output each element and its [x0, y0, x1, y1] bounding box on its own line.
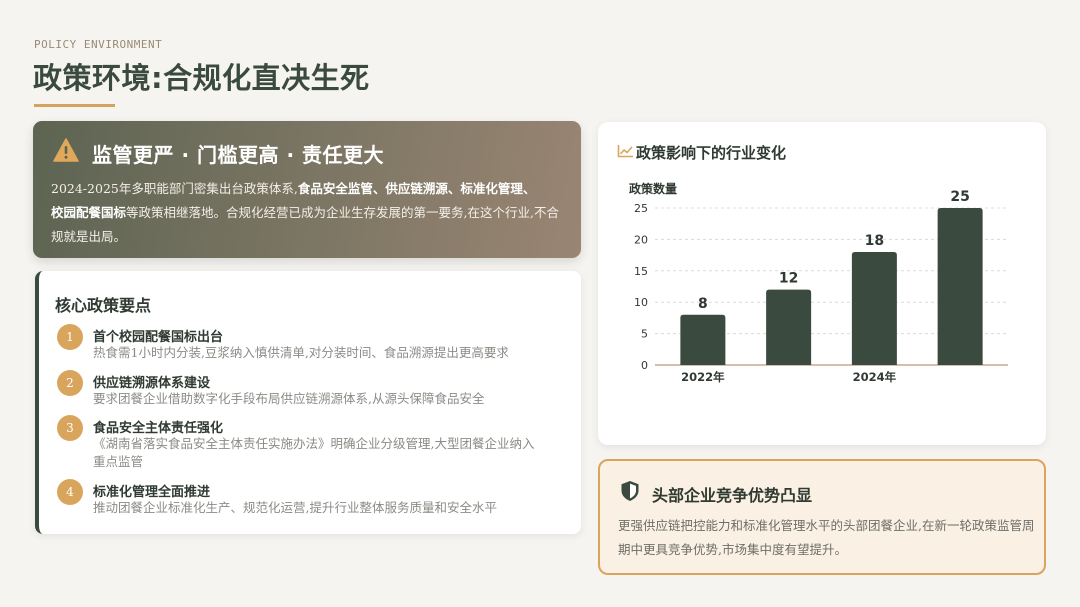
policy-item-title: 食品安全主体责任强化: [93, 421, 224, 436]
advantage-card: 头部企业竞争优势凸显 更强供应链把控能力和标准化管理水平的头部团餐企业,在新一轮…: [598, 459, 1046, 575]
policy-item-desc: 《湖南省落实食品安全主体责任实施办法》明确企业分级管理,大型团餐企业纳入重点监管: [93, 436, 535, 469]
policy-item-desc: 推动团餐企业标准化生产、规范化运营,提升行业整体服务质量和安全水平: [93, 500, 497, 515]
bar: [851, 251, 897, 365]
policy-item-title: 首个校园配餐国标出台: [93, 330, 224, 345]
x-tick-label: 2022年: [681, 370, 725, 384]
shield-icon: [621, 481, 639, 501]
bar-chart: 政策数量 0 5 10 15 20 25 8 2022年 12 18 2024年 25: [629, 181, 1008, 384]
y-tick-label: 15: [634, 265, 648, 278]
advantage-title: 头部企业竞争优势凸显: [652, 486, 813, 505]
policy-points-card: 核心政策要点 1 首个校园配餐国标出台 热食需1小时内分装,豆浆纳入慎供清单,对…: [35, 271, 581, 534]
y-axis-label: 政策数量: [629, 181, 677, 196]
policy-item-title: 标准化管理全面推进: [93, 485, 211, 500]
number-badge: 3: [57, 415, 83, 441]
warning-icon: [53, 138, 79, 162]
bar: [680, 314, 726, 365]
page-title: 政策环境:合规化直决生死: [33, 61, 370, 95]
y-tick-label: 0: [641, 359, 648, 372]
y-tick-label: 5: [641, 328, 648, 341]
advantage-body: 更强供应链把控能力和标准化管理水平的头部团餐企业,在新一轮政策监管周期中更具竞争…: [618, 518, 1035, 557]
data-label: 18: [865, 233, 884, 249]
alert-banner: 监管更严 · 门槛更高 · 责任更大 2024-2025年多职能部门密集出台政策…: [33, 121, 581, 258]
title-underline: [34, 104, 115, 107]
policy-item-desc: 要求团餐企业借助数字化手段布局供应链溯源体系,从源头保障食品安全: [93, 391, 485, 406]
number-badge: 1: [57, 324, 83, 350]
chart-card: 政策影响下的行业变化 政策数量 0 5 10 15 20 25 8 2022年 12 18 2024年…: [598, 122, 1046, 445]
data-label: 25: [950, 189, 969, 205]
y-tick-label: 20: [634, 233, 648, 246]
bar: [937, 208, 983, 365]
data-label: 8: [698, 296, 708, 312]
y-tick-label: 10: [634, 296, 648, 309]
alert-body: 2024-2025年多职能部门密集出台政策体系,食品安全监管、供应链溯源、标准化…: [51, 181, 559, 244]
number-badge: 2: [57, 370, 83, 396]
policy-item-title: 供应链溯源体系建设: [93, 376, 211, 391]
policy-heading: 核心政策要点: [55, 296, 152, 315]
y-tick-label: 25: [634, 202, 648, 215]
section-eyebrow: POLICY ENVIRONMENT: [34, 38, 163, 51]
data-label: 12: [779, 271, 798, 287]
policy-item-desc: 热食需1小时内分装,豆浆纳入慎供清单,对分装时间、食品溯源提出更高要求: [93, 345, 509, 360]
x-tick-label: 2024年: [853, 370, 897, 384]
bar: [766, 289, 812, 365]
number-badge: 4: [57, 479, 83, 505]
alert-title: 监管更严 · 门槛更高 · 责任更大: [92, 143, 385, 167]
